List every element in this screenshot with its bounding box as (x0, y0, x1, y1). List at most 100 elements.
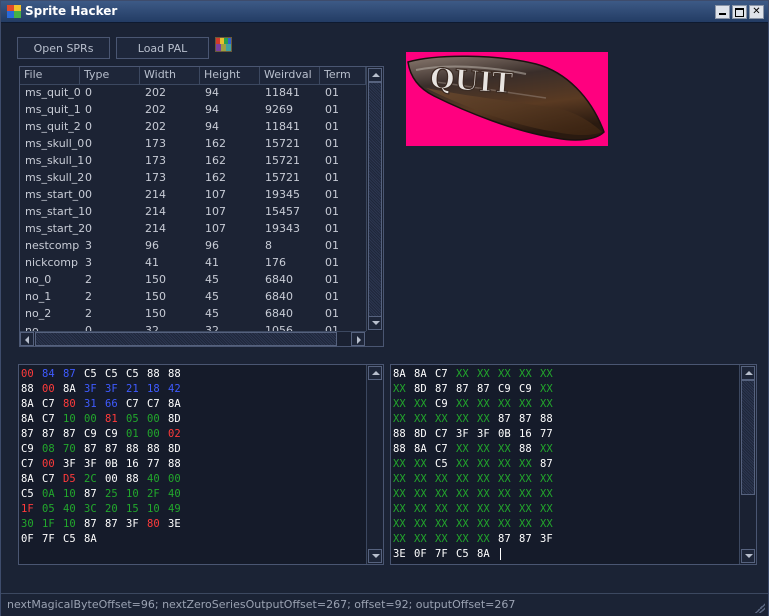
hex-byte: 8D (168, 413, 181, 425)
maximize-button[interactable] (732, 5, 747, 19)
palette-icon[interactable] (215, 37, 232, 52)
table-row[interactable]: ms_skull_0 0 173 162 15721 01 (20, 135, 366, 152)
scroll-up-arrow-icon[interactable] (368, 68, 382, 82)
status-bar: nextMagicalByteOffset=96; nextZeroSeries… (1, 593, 768, 616)
hex-byte: 88 (393, 443, 406, 455)
hex-byte: 1F (21, 503, 34, 515)
column-header-term[interactable]: Term (320, 67, 366, 84)
output-hex-view[interactable]: 8A 8A C7 XX XX XX XX XX XX 8D 87 87 87 C9 C9 XX XX XX C9 XX… (390, 364, 757, 565)
hex-byte: XX (519, 398, 532, 410)
scroll-thumb[interactable] (741, 380, 755, 495)
table-row[interactable]: ms_start_2 0 214 107 19343 01 (20, 220, 366, 237)
load-pal-button[interactable]: Load PAL (116, 37, 209, 59)
hex-byte: XX (435, 413, 448, 425)
minimize-button[interactable] (715, 5, 730, 19)
hex-byte: 8A (414, 368, 427, 380)
hex-byte: XX (456, 413, 469, 425)
scroll-up-arrow-icon[interactable] (368, 366, 382, 380)
scroll-down-arrow-icon[interactable] (368, 316, 382, 330)
table-cell: 214 (145, 222, 166, 235)
input-hex-view[interactable]: 00 84 87 C5 C5 C5 88 88 88 00 8A 3F 3F 21 18 42 8A C7 80 31… (18, 364, 384, 565)
horizontal-scroll-thumb[interactable] (35, 332, 337, 346)
column-header-height[interactable]: Height (200, 67, 260, 84)
hex-byte: C7 (147, 398, 160, 410)
hex-byte: C5 (126, 368, 139, 380)
hex-line: XX XX XX XX XX XX XX XX (393, 487, 561, 502)
column-header-type[interactable]: Type (80, 67, 140, 84)
column-header-file[interactable]: File (20, 67, 80, 84)
hex-byte: 00 (42, 458, 55, 470)
table-cell: ms_start_0 (25, 188, 86, 201)
hex-byte: C9 (519, 383, 532, 395)
hex-byte: XX (519, 488, 532, 500)
table-cell: 96 (145, 239, 159, 252)
hex-byte: C7 (126, 398, 139, 410)
table-cell: ms_quit_2 (25, 120, 81, 133)
open-sprs-button[interactable]: Open SPRs (17, 37, 110, 59)
table-row[interactable]: no_1 2 150 45 6840 01 (20, 288, 366, 305)
hex-line: 0F 7F C5 8A (21, 532, 189, 547)
table-row[interactable]: no_2 2 150 45 6840 01 (20, 305, 366, 322)
scroll-up-arrow-icon[interactable] (741, 366, 755, 380)
sprite-table[interactable]: File Type Width Height Weirdval Term ms_… (19, 66, 384, 347)
column-header-width[interactable]: Width (140, 67, 200, 84)
table-cell: 214 (145, 188, 166, 201)
hex-byte: 88 (168, 458, 181, 470)
hex-byte: 8A (168, 398, 181, 410)
hex-byte: XX (540, 473, 553, 485)
scroll-right-arrow-icon[interactable] (351, 332, 365, 346)
hex-byte: XX (414, 503, 427, 515)
hex-byte: 0B (498, 428, 511, 440)
table-horizontal-scrollbar[interactable] (20, 331, 366, 346)
table-row[interactable]: ms_quit_0 0 202 94 11841 01 (20, 84, 366, 101)
hex-byte: 00 (147, 428, 160, 440)
table-cell: 0 (85, 86, 92, 99)
close-button[interactable]: ✕ (749, 5, 764, 19)
scroll-thumb[interactable] (368, 82, 382, 317)
hex-byte: XX (435, 533, 448, 545)
table-vertical-scrollbar[interactable] (366, 67, 383, 331)
scroll-down-arrow-icon[interactable] (368, 549, 382, 563)
hex-byte: 2F (147, 488, 160, 500)
table-row[interactable]: ms_skull_2 0 173 162 15721 01 (20, 169, 366, 186)
hex-byte: XX (540, 518, 553, 530)
hex-byte: 88 (168, 368, 181, 380)
hex-byte: 8D (168, 443, 181, 455)
title-bar[interactable]: Sprite Hacker ✕ (1, 1, 768, 23)
hex-byte: XX (435, 503, 448, 515)
table-row[interactable]: nestcomp 3 96 96 8 01 (20, 237, 366, 254)
table-cell: nestcomp (25, 239, 80, 252)
hex-byte: XX (456, 368, 469, 380)
hex-byte: XX (540, 368, 553, 380)
hex-line: C5 0A 10 87 25 10 2F 40 (21, 487, 189, 502)
table-row[interactable]: nickcomp 3 41 41 176 01 (20, 254, 366, 271)
table-row[interactable]: ms_quit_1 0 202 94 9269 01 (20, 101, 366, 118)
output-hex-lines: 8A 8A C7 XX XX XX XX XX XX 8D 87 87 87 C9 C9 XX XX XX C9 XX… (393, 367, 561, 562)
hex-byte: XX (540, 398, 553, 410)
table-cell: 01 (325, 239, 339, 252)
output-hex-scrollbar[interactable] (739, 365, 756, 564)
resize-grip-icon[interactable] (755, 603, 765, 613)
table-row[interactable]: ms_skull_1 0 173 162 15721 01 (20, 152, 366, 169)
hex-byte: 87 (105, 443, 118, 455)
table-row[interactable]: ms_start_0 0 214 107 19345 01 (20, 186, 366, 203)
hex-byte: 8A (21, 398, 34, 410)
table-cell: 01 (325, 120, 339, 133)
app-window: Sprite Hacker ✕ Open SPRs Load PAL File … (0, 0, 769, 616)
hex-byte: C7 (42, 398, 55, 410)
table-row[interactable]: no_0 2 150 45 6840 01 (20, 271, 366, 288)
hex-byte: 8D (414, 383, 427, 395)
column-header-weirdval[interactable]: Weirdval (260, 67, 320, 84)
input-hex-scrollbar[interactable] (366, 365, 383, 564)
hex-byte: 87 (498, 533, 511, 545)
hex-byte: 88 (126, 473, 139, 485)
hex-line: 88 8D C7 3F 3F 0B 16 77 (393, 427, 561, 442)
hex-byte: 3F (63, 458, 76, 470)
scroll-down-arrow-icon[interactable] (741, 549, 755, 563)
hex-byte: 00 (147, 413, 160, 425)
table-row[interactable]: ms_start_1 0 214 107 15457 01 (20, 203, 366, 220)
hex-byte: XX (477, 443, 490, 455)
scroll-left-arrow-icon[interactable] (20, 332, 34, 346)
table-row[interactable]: ms_quit_2 0 202 94 11841 01 (20, 118, 366, 135)
table-cell: 15721 (265, 171, 300, 184)
